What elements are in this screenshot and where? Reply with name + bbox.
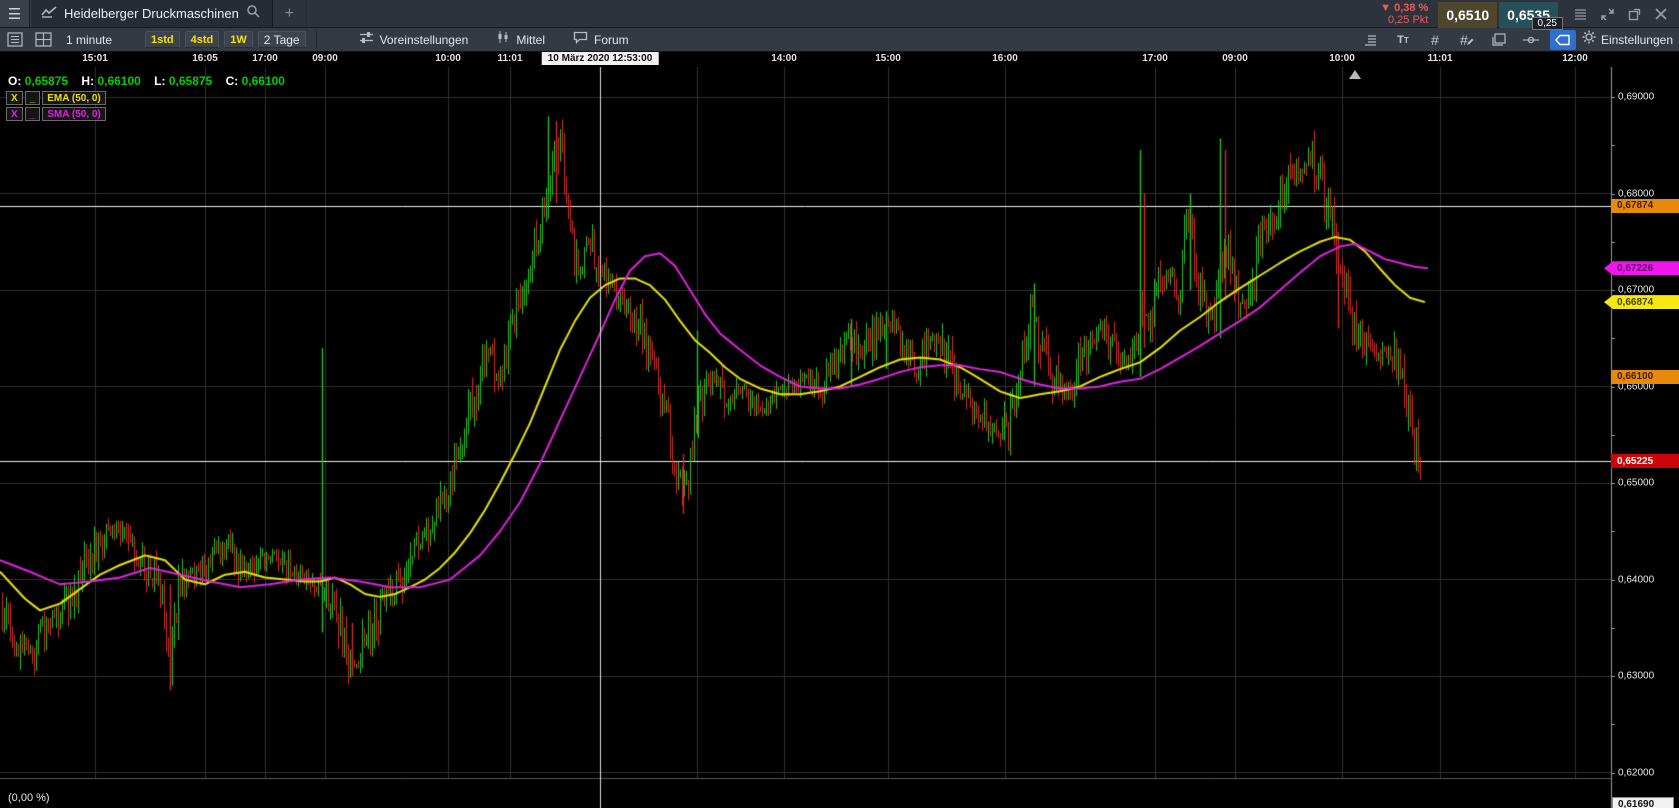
interval-presets: 1std 4std1W — [140, 31, 253, 48]
time-axis[interactable]: 10 März 2020 12:53:00 15:01 16:05 17:00 09:… — [0, 52, 1679, 67]
instrument-title: Heidelberger Druckmaschinen — [64, 6, 239, 21]
layout-grid-icon[interactable] — [32, 31, 54, 49]
open-label: O: — [8, 74, 21, 88]
layers-icon[interactable] — [1486, 30, 1512, 50]
bid-price-button[interactable]: 0,6510 — [1438, 2, 1497, 28]
grid-settings-icon[interactable]: # — [1422, 30, 1448, 50]
close-label: C: — [226, 74, 239, 88]
time-axis-label: 15:00 — [875, 53, 901, 64]
change-percent: ▼ 0,38 % — [1380, 2, 1428, 14]
spread-value: 0,25 — [1532, 17, 1563, 30]
price-tag-label[interactable]: 0,66100 — [1611, 370, 1679, 384]
panel-lines-icon[interactable] — [1574, 8, 1587, 21]
line-chart-icon — [41, 5, 57, 23]
interval-button-4std[interactable]: 4std — [185, 31, 220, 48]
high-label: H: — [81, 74, 94, 88]
legend-row: X_EMA (50, 0) — [6, 91, 106, 105]
percent-change-footer: (0,00 %) — [8, 792, 50, 804]
low-value: 0,65875 — [169, 74, 212, 88]
indicator-point-icon[interactable] — [1518, 30, 1544, 50]
time-axis-label: 11:01 — [1427, 53, 1452, 64]
mittel-button[interactable]: Mittel — [496, 30, 545, 49]
price-axis-label: 0,67000 — [1618, 285, 1654, 296]
titlebar: ☰ Heidelberger Druckmaschinen + ▼ 0,38 %… — [0, 0, 1679, 28]
price-axis-label: 0,62000 — [1618, 767, 1654, 778]
interval-button-1W[interactable]: 1W — [224, 31, 253, 48]
speech-bubble-icon — [573, 31, 588, 49]
legend-line-style[interactable]: _ — [25, 107, 41, 121]
price-axis-label: 0,68000 — [1618, 188, 1654, 199]
quote-change: ▼ 0,38 % 0,25 Pkt — [1380, 2, 1428, 26]
legend-remove-button[interactable]: X — [6, 107, 23, 121]
time-axis-label: 12:00 — [1562, 53, 1588, 64]
time-axis-label: 16:00 — [992, 53, 1018, 64]
change-points: 0,25 Pkt — [1380, 14, 1428, 26]
settings-button[interactable]: Einstellungen — [1582, 30, 1673, 49]
candlestick-icon — [496, 30, 510, 49]
candlestick-chart-canvas[interactable] — [0, 67, 1679, 808]
time-axis-label: 11:01 — [497, 53, 522, 64]
ohlc-readout: O: 0,65875 H: 0,66100 L: 0,65875 C: 0,66… — [8, 74, 295, 88]
time-axis-label: 17:00 — [252, 53, 278, 64]
legend-indicator-name[interactable]: SMA (50, 0) — [42, 107, 106, 121]
search-icon[interactable] — [246, 4, 260, 23]
chart-toolbar: 1 minute 1std 4std1W 2 Tage Voreinstellun… — [0, 28, 1679, 52]
time-axis-label: 15:01 — [82, 53, 108, 64]
presets-label: Voreinstellungen — [380, 33, 469, 47]
high-value: 0,66100 — [97, 74, 140, 88]
price-tag-label[interactable]: 0,65225 — [1611, 454, 1679, 468]
price-axis-label: 0,64000 — [1618, 574, 1654, 585]
hamburger-icon: ☰ — [8, 5, 21, 23]
chart-area[interactable]: O: 0,65875 H: 0,66100 L: 0,65875 C: 0,66… — [0, 67, 1679, 808]
close-icon[interactable] — [1655, 8, 1667, 20]
cursor-price-label: 0,61690 — [1612, 797, 1674, 808]
range-button[interactable]: 2 Tage — [258, 31, 306, 48]
instrument-tab[interactable]: Heidelberger Druckmaschinen — [30, 0, 273, 27]
price-axis-label: 0,65000 — [1618, 478, 1654, 489]
price-axis-label: 0,69000 — [1618, 92, 1654, 103]
chart-marker-icon[interactable] — [1349, 70, 1361, 79]
time-axis-label: 16:05 — [192, 53, 218, 64]
time-axis-label: 17:00 — [1142, 53, 1168, 64]
trading-app-window: ☰ Heidelberger Druckmaschinen + ▼ 0,38 %… — [0, 0, 1679, 808]
forum-button[interactable]: Forum — [573, 31, 629, 49]
settings-label: Einstellungen — [1601, 33, 1673, 47]
time-axis-label: 09:00 — [1222, 53, 1248, 64]
gear-icon — [1582, 30, 1596, 49]
add-chart-tab-button[interactable]: + — [273, 0, 307, 27]
popout-window-icon[interactable] — [1628, 8, 1641, 21]
sliders-icon — [359, 31, 374, 49]
legend-line-style[interactable]: _ — [25, 91, 41, 105]
price-tag-label[interactable]: 0,67874 — [1611, 199, 1679, 213]
low-label: L: — [154, 74, 165, 88]
time-axis-label: 14:00 — [771, 53, 797, 64]
time-axis-label: 10:00 — [1329, 53, 1355, 64]
cursor-date-label: 10 März 2020 12:53:00 — [542, 52, 659, 65]
open-value: 0,65875 — [25, 74, 68, 88]
collapse-window-icon[interactable] — [1601, 8, 1614, 21]
interval-button-1std[interactable]: 1std — [145, 31, 180, 48]
journal-icon[interactable] — [4, 31, 26, 49]
price-tag-label[interactable]: 0,66874 — [1604, 295, 1679, 309]
main-menu-button[interactable]: ☰ — [0, 0, 30, 27]
price-axis-label: 0,63000 — [1618, 671, 1654, 682]
close-value: 0,66100 — [242, 74, 285, 88]
interval-label[interactable]: 1 minute — [66, 33, 112, 47]
time-axis-label: 09:00 — [312, 53, 338, 64]
forum-label: Forum — [594, 33, 629, 47]
grid-edit-icon[interactable]: # — [1454, 30, 1480, 50]
legend-remove-button[interactable]: X — [6, 91, 23, 105]
price-tag-toggle-button[interactable] — [1550, 30, 1576, 50]
time-axis-label: 10:00 — [435, 53, 461, 64]
price-tag-label[interactable]: 0,67226 — [1604, 261, 1679, 275]
notes-list-icon[interactable] — [1358, 30, 1384, 50]
text-tool-icon[interactable]: TT — [1390, 30, 1416, 50]
legend-indicator-name[interactable]: EMA (50, 0) — [42, 91, 106, 105]
indicator-legend: X_EMA (50, 0)X_SMA (50, 0) — [6, 91, 106, 123]
presets-button[interactable]: Voreinstellungen — [359, 31, 469, 49]
mittel-label: Mittel — [516, 33, 545, 47]
legend-row: X_SMA (50, 0) — [6, 107, 106, 121]
